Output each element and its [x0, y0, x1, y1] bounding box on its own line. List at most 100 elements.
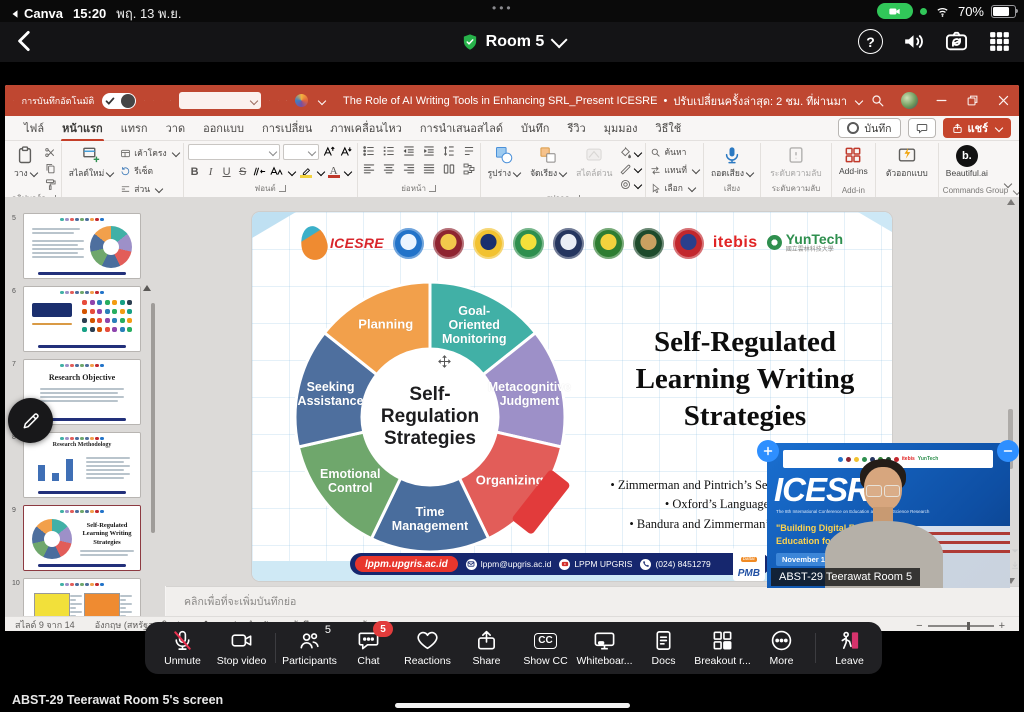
- ribbon-tab-7[interactable]: ภาพเคลื่อนไหว: [321, 115, 411, 141]
- whiteboard-button[interactable]: Whiteboar...: [575, 624, 634, 672]
- share-button[interactable]: แชร์: [943, 118, 1011, 138]
- titlebar-style-box[interactable]: [179, 92, 261, 109]
- overlay-zoom-out-button[interactable]: [997, 440, 1019, 462]
- dialog-launcher-icon[interactable]: [279, 185, 286, 192]
- format-painter-icon[interactable]: [44, 178, 57, 191]
- shape-outline-button[interactable]: [619, 162, 641, 175]
- thumbnail-scrollbar[interactable]: [151, 303, 155, 533]
- layout-button[interactable]: เค้าโครง: [120, 146, 178, 160]
- addins-button[interactable]: Add-ins: [836, 144, 871, 177]
- font-color-button[interactable]: A: [328, 166, 340, 178]
- panel-scroll-up-icon[interactable]: [143, 285, 151, 291]
- line-spacing-icon[interactable]: [442, 144, 456, 158]
- slide-thumbnail-6[interactable]: [23, 286, 141, 352]
- docs-button[interactable]: Docs: [634, 624, 693, 672]
- participant-video[interactable]: itebisYunTech ICESRE The 8th Internation…: [767, 443, 1010, 588]
- font-name-select[interactable]: [188, 144, 280, 160]
- decrease-indent-icon[interactable]: [402, 144, 416, 158]
- replace-button[interactable]: แทนที่: [650, 163, 699, 177]
- align-left-icon[interactable]: [362, 162, 376, 176]
- search-icon[interactable]: [870, 93, 885, 108]
- numbered-list-icon[interactable]: [382, 144, 396, 158]
- close-button[interactable]: [996, 93, 1011, 108]
- text-direction-icon[interactable]: [462, 144, 476, 158]
- slide-thumbnail-8[interactable]: Research Methodology: [23, 432, 141, 498]
- overlay-zoom-in-button[interactable]: [757, 440, 779, 462]
- slide-thumbnail-5[interactable]: [23, 213, 141, 279]
- chat-button[interactable]: Chat5: [339, 624, 398, 672]
- ribbon-tab-1[interactable]: ไฟล์: [15, 115, 53, 141]
- shape-fill-button[interactable]: [619, 146, 641, 159]
- dialog-launcher-icon[interactable]: [429, 185, 436, 192]
- dictate-button[interactable]: ถอดเสียง: [708, 144, 756, 181]
- change-case-icon[interactable]: [269, 164, 284, 179]
- more-button[interactable]: More: [752, 624, 811, 672]
- leave-button[interactable]: Leave: [820, 624, 879, 672]
- quick-styles-button[interactable]: สไตล์ด่วน: [573, 144, 615, 181]
- increase-indent-icon[interactable]: [422, 144, 436, 158]
- ribbon-tab-4[interactable]: วาด: [157, 115, 195, 141]
- reactions-button[interactable]: Reactions: [398, 624, 457, 672]
- video-controls-icon[interactable]: [1010, 560, 1020, 570]
- italic-button[interactable]: I: [204, 166, 218, 178]
- ribbon-tab-8[interactable]: การนำเสนอสไลด์: [411, 115, 512, 141]
- participants-button[interactable]: Participants5: [280, 624, 339, 672]
- underline-button[interactable]: U: [220, 166, 234, 178]
- record-button[interactable]: บันทึก: [838, 118, 900, 138]
- account-avatar[interactable]: [901, 92, 918, 109]
- undo-icon[interactable]: [153, 93, 154, 108]
- paste-button[interactable]: วาง: [11, 144, 40, 181]
- new-slide-button[interactable]: สไลด์ใหม่: [66, 144, 117, 181]
- ribbon-tab-11[interactable]: มุมมอง: [595, 115, 647, 141]
- ribbon-tab-5[interactable]: ออกแบบ: [194, 115, 253, 141]
- character-spacing-icon[interactable]: [252, 164, 267, 179]
- strikethrough-button[interactable]: S: [236, 166, 250, 178]
- unmute-button[interactable]: Unmute: [153, 624, 212, 672]
- font-size-select[interactable]: [283, 144, 319, 160]
- breakout-button[interactable]: Breakout r...: [693, 624, 752, 672]
- show-cc-button[interactable]: CCShow CC: [516, 624, 575, 672]
- beautiful-ai-button[interactable]: b. Beautiful.ai: [943, 144, 991, 179]
- align-center-icon[interactable]: [382, 162, 396, 176]
- ribbon-tab-6[interactable]: การเปลี่ยน: [253, 115, 321, 141]
- ribbon-tab-9[interactable]: บันทึก: [512, 115, 558, 141]
- home-indicator[interactable]: [395, 703, 630, 708]
- start-slideshow-icon[interactable]: [170, 93, 171, 108]
- menu-lines-icon[interactable]: [269, 93, 270, 108]
- shrink-font-icon[interactable]: [339, 145, 353, 159]
- annotation-pencil-button[interactable]: [8, 398, 53, 443]
- comments-icon[interactable]: [278, 93, 279, 108]
- comments-button[interactable]: [908, 118, 936, 138]
- export-doc-icon[interactable]: [286, 93, 287, 108]
- apps-grid-button[interactable]: [987, 29, 1012, 54]
- redo-icon[interactable]: [162, 93, 163, 108]
- smartart-icon[interactable]: [462, 162, 476, 176]
- grow-font-icon[interactable]: [322, 145, 336, 159]
- last-modified[interactable]: ปรับเปลี่ยนครั้งล่าสุด: 2 ชม. ที่ผ่านมา: [673, 92, 847, 110]
- switch-camera-button[interactable]: [944, 29, 969, 54]
- autosave-toggle[interactable]: [102, 93, 136, 109]
- ppt-app-icon[interactable]: [13, 93, 14, 108]
- designer-button[interactable]: ตัวออกแบบ: [880, 144, 934, 181]
- shapes-button[interactable]: รูปร่าง: [485, 144, 523, 181]
- ribbon-tab-10[interactable]: รีวิว: [558, 115, 594, 141]
- chevron-down-icon[interactable]: [318, 96, 326, 104]
- ribbon-tab-2[interactable]: หน้าแรก: [53, 115, 112, 141]
- ribbon-tab-3[interactable]: แทรก: [112, 115, 157, 141]
- help-button[interactable]: ?: [858, 29, 883, 54]
- arrange-button[interactable]: จัดเรียง: [527, 144, 569, 181]
- find-button[interactable]: ค้นหา: [650, 145, 686, 159]
- section-button[interactable]: ส่วน: [120, 182, 178, 196]
- save-icon[interactable]: [144, 93, 145, 108]
- bold-button[interactable]: B: [188, 166, 202, 178]
- speaker-button[interactable]: [901, 29, 926, 54]
- justify-icon[interactable]: [422, 162, 436, 176]
- stop-video-button[interactable]: Stop video: [212, 624, 271, 672]
- columns-icon[interactable]: [442, 162, 456, 176]
- video-controls-icon[interactable]: [1010, 546, 1020, 556]
- align-right-icon[interactable]: [402, 162, 416, 176]
- slide-thumbnail-9[interactable]: Self-Regulated Learning Writing Strategi…: [23, 505, 141, 571]
- slide-thumbnail-10[interactable]: [23, 578, 141, 616]
- notes-area[interactable]: คลิกเพื่อที่จะเพิ่มบันทึกย่อ: [166, 586, 1019, 616]
- select-button[interactable]: เลือก: [650, 181, 694, 195]
